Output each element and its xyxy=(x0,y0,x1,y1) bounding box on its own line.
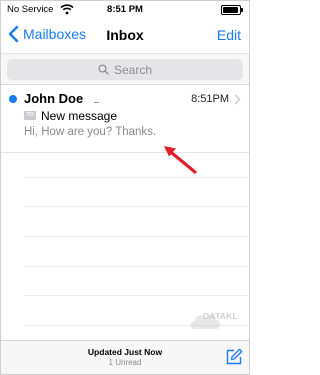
list-separator xyxy=(24,266,249,267)
message-preview: Hi, How are you? Thanks. xyxy=(24,126,157,138)
status-time: 8:51 PM xyxy=(107,4,143,15)
text-cursor-mark xyxy=(94,102,99,103)
search-bar-container: Search xyxy=(1,53,249,85)
bottom-toolbar: Updated Just Now 1 Unread xyxy=(1,340,249,374)
watermark-logo: DATAKL xyxy=(187,307,247,333)
status-bar: No Service 8:51 PM xyxy=(1,1,249,19)
battery-icon xyxy=(221,5,243,15)
list-separator xyxy=(24,295,249,296)
page-title: Inbox xyxy=(106,27,144,43)
message-row[interactable]: John Doe 8:51PM TO New message Hi, How a… xyxy=(1,87,249,153)
message-sender: John Doe xyxy=(24,91,84,106)
chevron-right-icon xyxy=(234,94,241,105)
update-status: Updated Just Now xyxy=(87,347,163,357)
navigation-bar: Mailboxes Inbox Edit xyxy=(1,19,249,51)
unread-indicator xyxy=(9,95,17,103)
list-separator xyxy=(24,206,249,207)
message-time: 8:51PM xyxy=(191,93,229,105)
mail-app-screen: No Service 8:51 PM Mailboxes Inbox Edit … xyxy=(0,0,250,375)
search-placeholder: Search xyxy=(113,62,153,77)
list-separator xyxy=(24,177,249,178)
unread-count: 1 Unread xyxy=(108,358,142,367)
watermark-text: DATAKL xyxy=(203,311,238,321)
edit-button[interactable]: Edit xyxy=(217,27,241,43)
search-icon xyxy=(98,64,109,75)
list-separator xyxy=(24,236,249,237)
compose-icon[interactable] xyxy=(225,348,243,366)
message-subject: New message xyxy=(41,109,118,123)
annotation-arrow-icon xyxy=(164,146,197,174)
to-badge: TO xyxy=(24,111,36,120)
search-input[interactable]: Search xyxy=(7,59,243,80)
